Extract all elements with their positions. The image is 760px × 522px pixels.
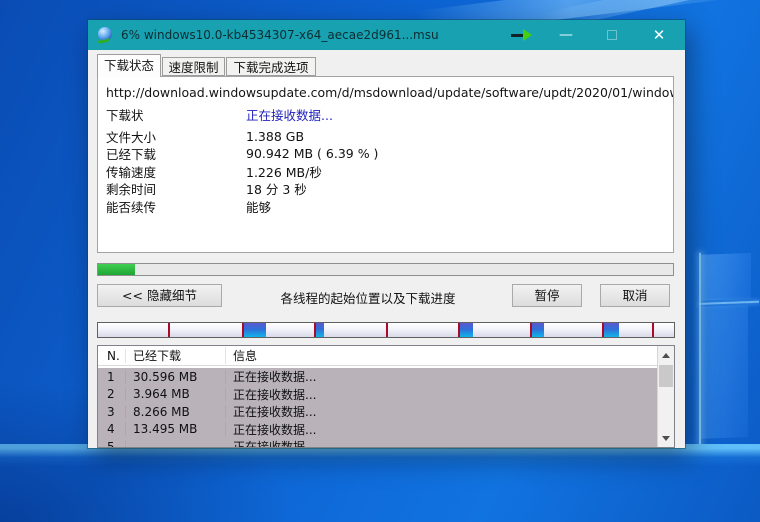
- file-size-value: 1.388 GB: [246, 129, 304, 144]
- field-row: 能否续传 能够: [106, 198, 673, 216]
- thread-number: 5: [98, 440, 126, 448]
- scroll-up-icon[interactable]: [658, 347, 674, 363]
- desktop: 6% windows10.0-kb4534307-x64_aecae2d961.…: [0, 0, 760, 522]
- tab-on-completion[interactable]: 下载完成选项: [226, 57, 316, 76]
- table-row[interactable]: 2 3.964 MB 正在接收数据...: [98, 386, 657, 404]
- thread-downloaded-block: [604, 323, 619, 337]
- window-title: 6% windows10.0-kb4534307-x64_aecae2d961.…: [121, 28, 677, 42]
- pause-button[interactable]: 暂停: [512, 284, 582, 307]
- status-fields: 下载状 正在接收数据... 文件大小 1.388 GB 已经下载 90.942 …: [98, 104, 673, 215]
- speed-value: 1.226 MB/秒: [246, 162, 322, 181]
- minimize-button[interactable]: —: [550, 20, 582, 50]
- thread-downloaded-block: [460, 323, 473, 337]
- close-button[interactable]: ✕: [642, 20, 676, 50]
- thread-downloaded-block: [244, 323, 266, 337]
- threads-caption: 各线程的起始位置以及下载进度: [238, 288, 498, 307]
- download-status-panel: http://download.windowsupdate.com/d/msdo…: [97, 76, 674, 253]
- field-label: 能否续传: [106, 197, 246, 216]
- thread-info: 正在接收数据...: [226, 421, 657, 438]
- download-url: http://download.windowsupdate.com/d/msdo…: [98, 77, 673, 104]
- download-state-value: 正在接收数据...: [246, 105, 333, 124]
- start-queue-icon[interactable]: [506, 20, 536, 50]
- table-row[interactable]: 4 13.495 MB 正在接收数据...: [98, 421, 657, 439]
- hide-details-button[interactable]: << 隐藏细节: [97, 284, 222, 307]
- thread-info: 正在接收数据...: [226, 438, 657, 448]
- thread-number: 2: [98, 387, 126, 401]
- idm-download-window: 6% windows10.0-kb4534307-x64_aecae2d961.…: [88, 20, 685, 448]
- scroll-down-icon[interactable]: [658, 430, 674, 446]
- table-row[interactable]: 3 8.266 MB 正在接收数据...: [98, 403, 657, 421]
- field-label: 已经下载: [106, 144, 246, 163]
- field-row: 文件大小 1.388 GB: [106, 128, 673, 146]
- column-header-downloaded: 已经下载: [126, 347, 226, 364]
- field-label: 下载状: [106, 105, 246, 124]
- arrow-head: [523, 29, 532, 41]
- field-row: 已经下载 90.942 MB ( 6.39 % ): [106, 145, 673, 163]
- thread-info: 正在接收数据...: [226, 368, 657, 385]
- thread-number: 4: [98, 422, 126, 436]
- field-label: 文件大小: [106, 127, 246, 146]
- maximize-icon: [607, 30, 617, 40]
- field-label: 传输速度: [106, 162, 246, 181]
- field-row: 剩余时间 18 分 3 秒: [106, 180, 673, 198]
- column-header-n: N.: [98, 349, 126, 363]
- thread-downloaded: 13.495 MB: [126, 422, 226, 436]
- thread-downloaded-block: [316, 323, 324, 337]
- thread-start-marker: [652, 323, 654, 337]
- scrollbar-thumb[interactable]: [659, 365, 673, 387]
- windows-logo-pane: [701, 253, 751, 301]
- thread-downloaded: 30.596 MB: [126, 370, 226, 384]
- maximize-button[interactable]: [596, 20, 628, 50]
- time-left-value: 18 分 3 秒: [246, 179, 307, 198]
- thread-info: 正在接收数据...: [226, 386, 657, 403]
- thread-info: 正在接收数据...: [226, 403, 657, 420]
- resume-capability-value: 能够: [246, 197, 271, 216]
- windows-logo-pane: [701, 305, 748, 439]
- column-header-info: 信息: [226, 347, 657, 364]
- table-row[interactable]: 1 30.596 MB 正在接收数据...: [98, 368, 657, 386]
- downloaded-value: 90.942 MB ( 6.39 % ): [246, 146, 378, 161]
- threads-table[interactable]: N. 已经下载 信息 1 30.596 MB 正在接收数据... 2 3.964…: [97, 345, 675, 448]
- cancel-button[interactable]: 取消: [600, 284, 670, 307]
- progress-fill: [98, 264, 135, 275]
- field-label: 剩余时间: [106, 179, 246, 198]
- field-row: 下载状 正在接收数据...: [106, 106, 673, 124]
- table-row[interactable]: 5 正在接收数据...: [98, 438, 657, 448]
- thread-number: 3: [98, 405, 126, 419]
- tab-download-status[interactable]: 下载状态: [97, 54, 161, 77]
- thread-downloaded: 8.266 MB: [126, 405, 226, 419]
- idm-logo-icon: [96, 27, 113, 44]
- thread-start-marker: [386, 323, 388, 337]
- thread-start-marker: [168, 323, 170, 337]
- windows-logo-edge: [699, 253, 701, 445]
- main-progress-bar: [97, 263, 674, 276]
- windows-logo-edge: [699, 301, 759, 305]
- thread-downloaded-block: [532, 323, 544, 337]
- field-row: 传输速度 1.226 MB/秒: [106, 163, 673, 181]
- thread-downloaded: 3.964 MB: [126, 387, 226, 401]
- table-header: N. 已经下载 信息: [98, 346, 657, 366]
- thread-number: 1: [98, 370, 126, 384]
- wallpaper-windows-logo: [688, 251, 760, 450]
- table-scrollbar[interactable]: [657, 346, 674, 447]
- tab-speed-limit[interactable]: 速度限制: [162, 57, 225, 76]
- thread-progress-bar: [97, 322, 675, 338]
